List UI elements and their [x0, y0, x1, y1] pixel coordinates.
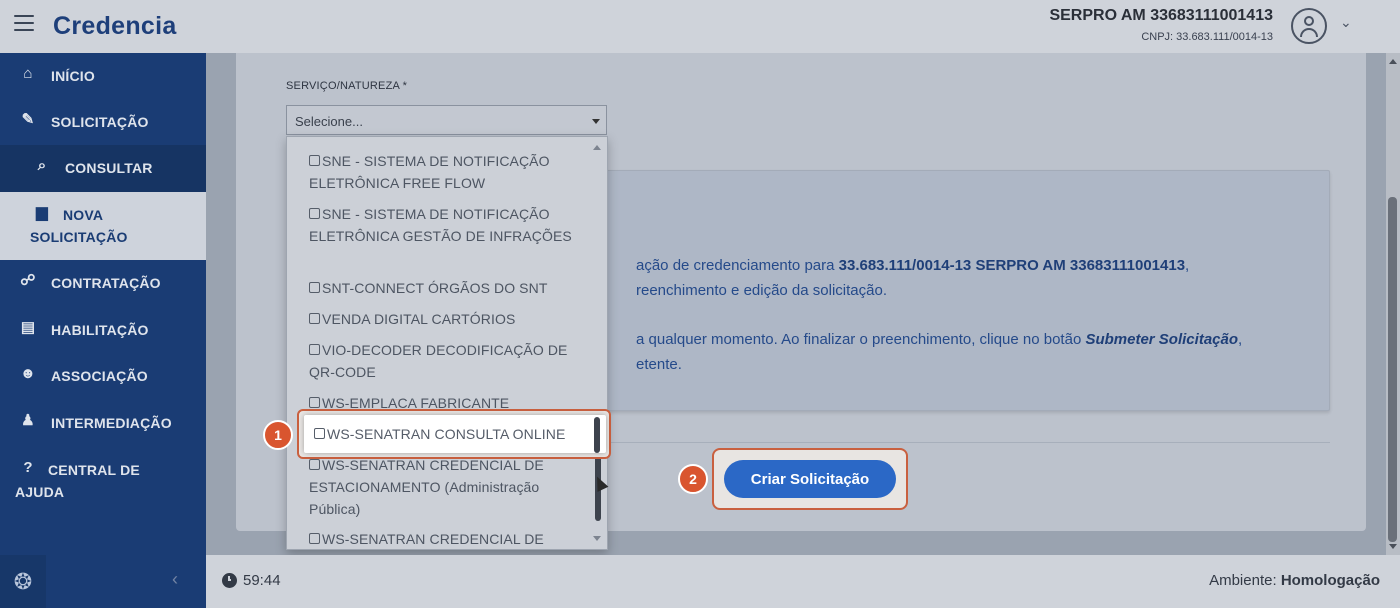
- user-name: SERPRO AM 33683111001413: [1049, 7, 1273, 24]
- checkbox-icon[interactable]: [309, 208, 320, 219]
- caret-down-icon: [592, 119, 600, 124]
- edit-icon: ✎: [21, 111, 35, 128]
- checkbox-icon[interactable]: [309, 155, 320, 166]
- create-button-highlight: Criar Solicitação: [712, 448, 908, 510]
- handshake-icon: ☍: [20, 272, 36, 289]
- scroll-up-icon[interactable]: [593, 145, 601, 150]
- top-header: Credencia SERPRO AM 33683111001413 CNPJ:…: [0, 0, 1400, 53]
- sidebar-item-contratacao[interactable]: ☍ CONTRATAÇÃO: [0, 272, 206, 294]
- app-logo[interactable]: Credencia: [53, 12, 177, 41]
- annotation-badge-2: 2: [678, 464, 708, 494]
- sidebar-item-habilitacao[interactable]: ▤ HABILITAÇÃO: [0, 319, 206, 341]
- clock-icon: [222, 573, 237, 588]
- checkbox-icon[interactable]: [309, 282, 320, 293]
- create-request-button[interactable]: Criar Solicitação: [724, 460, 896, 498]
- sidebar-item-nova-solicitacao[interactable]: ▆ NOVA SOLICITAÇÃO: [0, 192, 206, 260]
- dropdown-option[interactable]: VIO-DECODER DECODIFICAÇÃO DE QR-CODE: [309, 339, 577, 383]
- option-label[interactable]: WS-SENATRAN CONSULTA ONLINE: [314, 423, 582, 445]
- environment-label: Ambiente: Homologação: [1209, 572, 1380, 589]
- dropdown-option[interactable]: WS-SENATRAN CREDENCIAL DE ESTACIONAMENTO…: [309, 454, 577, 520]
- info-line-4: etente.: [636, 356, 682, 373]
- home-icon: ⌂: [23, 65, 33, 82]
- scroll-down-icon[interactable]: [593, 536, 601, 541]
- checkbox-icon[interactable]: [309, 533, 320, 544]
- dropdown-option[interactable]: WS-SENATRAN CREDENCIAL DE: [309, 528, 577, 549]
- dropdown-scrollbar-thumb[interactable]: [594, 417, 600, 453]
- service-dropdown-list[interactable]: SNE - SISTEMA DE NOTIFICAÇÃO ELETRÔNICA …: [286, 136, 608, 550]
- checkbox-icon[interactable]: [314, 428, 325, 439]
- dropdown-option[interactable]: SNE - SISTEMA DE NOTIFICAÇÃO ELETRÔNICA …: [309, 203, 577, 247]
- info-line-1: ação de credenciamento para 33.683.111/0…: [636, 257, 1190, 274]
- footer: 59:44 Ambiente: Homologação: [206, 555, 1400, 608]
- checkbox-icon[interactable]: [309, 344, 320, 355]
- annotation-badge-1: 1: [263, 420, 293, 450]
- page-scrollbar[interactable]: [1386, 53, 1400, 555]
- dropdown-option[interactable]: SNT-CONNECT ÓRGÃOS DO SNT: [309, 277, 577, 299]
- sidebar-item-consultar[interactable]: ⌕ CONSULTAR: [0, 145, 206, 192]
- user-tie-icon: ♟: [21, 412, 35, 429]
- sidebar-item-intermediacao[interactable]: ♟ INTERMEDIAÇÃO: [0, 412, 206, 434]
- sidebar-bottom-bar: ❂ ‹: [0, 555, 206, 608]
- user-info: SERPRO AM 33683111001413 CNPJ: 33.683.11…: [1049, 7, 1273, 43]
- user-avatar-icon[interactable]: [1291, 8, 1327, 44]
- sidebar: ⌂ INÍCIO ✎ SOLICITAÇÃO ⌕ CONSULTAR ▆ NOV…: [0, 53, 206, 555]
- dropdown-option[interactable]: SNE - SISTEMA DE NOTIFICAÇÃO ELETRÔNICA …: [309, 150, 577, 194]
- search-icon: ⌕: [37, 157, 47, 174]
- id-card-icon: ▤: [20, 319, 36, 336]
- sidebar-item-inicio[interactable]: ⌂ INÍCIO: [0, 65, 206, 87]
- option-highlight: WS-SENATRAN CONSULTA ONLINE: [297, 409, 611, 459]
- page-scrollbar-thumb[interactable]: [1388, 197, 1397, 542]
- session-timer: 59:44: [222, 572, 281, 589]
- scroll-up-icon[interactable]: [1389, 59, 1397, 64]
- sidebar-item-central-de-ajuda[interactable]: ? CENTRAL DE AJUDA: [0, 459, 206, 500]
- checkbox-icon[interactable]: [309, 459, 320, 470]
- checkbox-icon[interactable]: [309, 397, 320, 408]
- info-line-2: reenchimento e edição da solicitação.: [636, 282, 887, 299]
- dropdown-option-selected[interactable]: WS-SENATRAN CONSULTA ONLINE: [304, 415, 606, 453]
- chevron-left-icon[interactable]: ‹: [172, 569, 178, 590]
- user-cnpj: CNPJ: 33.683.111/0014-13: [1141, 31, 1273, 43]
- checkbox-icon[interactable]: [309, 313, 320, 324]
- service-label: SERVIÇO/NATUREZA *: [286, 80, 408, 92]
- scroll-down-icon[interactable]: [1389, 544, 1397, 549]
- sidebar-item-solicitacao[interactable]: ✎ SOLICITAÇÃO: [0, 111, 206, 133]
- service-select[interactable]: Selecione...: [286, 105, 607, 135]
- dropdown-option[interactable]: VENDA DIGITAL CARTÓRIOS: [309, 308, 577, 330]
- menu-icon[interactable]: [14, 15, 34, 31]
- cookie-icon[interactable]: ❂: [0, 555, 46, 608]
- sidebar-item-associacao[interactable]: ☻ ASSOCIAÇÃO: [0, 365, 206, 387]
- info-line-3: a qualquer momento. Ao finalizar o preen…: [636, 331, 1243, 348]
- users-icon: ☻: [20, 365, 36, 382]
- chevron-down-icon[interactable]: ⌄: [1340, 14, 1352, 31]
